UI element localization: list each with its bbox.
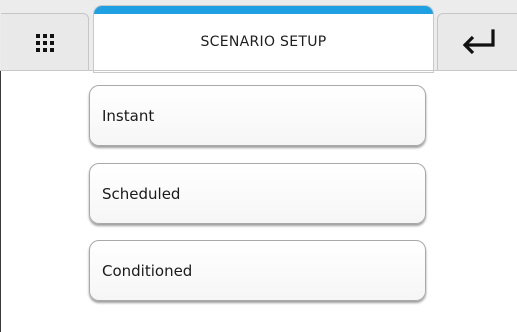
conditioned-label: Conditioned <box>102 262 193 280</box>
grid-menu-icon <box>36 34 54 52</box>
instant-label: Instant <box>102 107 155 125</box>
return-arrow-icon <box>462 29 495 55</box>
back-button[interactable] <box>437 13 517 71</box>
header-divider <box>0 70 517 71</box>
scheduled-label: Scheduled <box>102 185 181 203</box>
title-accent-bar <box>94 6 433 14</box>
menu-button[interactable] <box>1 13 89 71</box>
instant-button[interactable]: Instant <box>89 85 426 146</box>
page-title: SCENARIO SETUP <box>200 34 327 50</box>
title-tab: SCENARIO SETUP <box>94 6 433 72</box>
scheduled-button[interactable]: Scheduled <box>89 163 426 224</box>
conditioned-button[interactable]: Conditioned <box>89 240 426 301</box>
